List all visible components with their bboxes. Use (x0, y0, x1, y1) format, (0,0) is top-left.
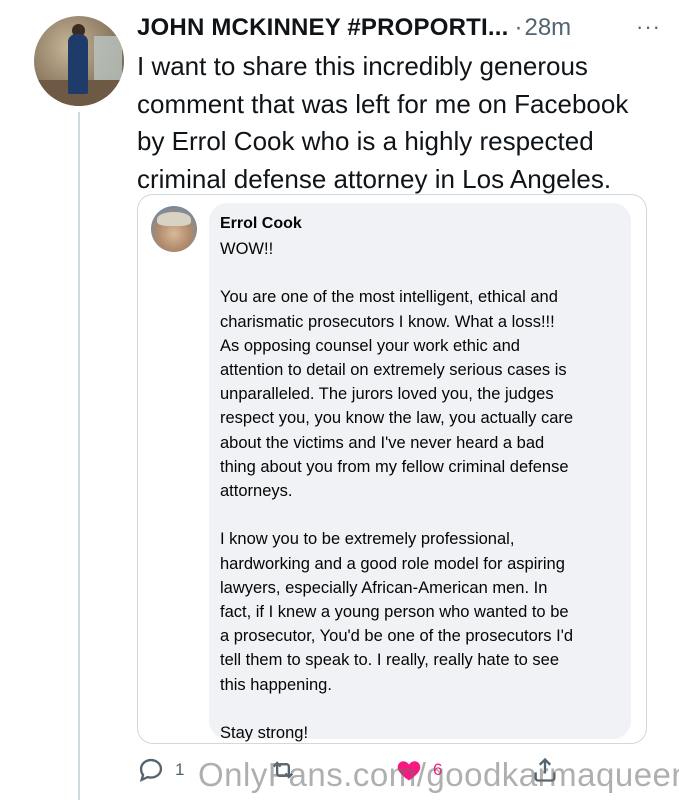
like-button[interactable]: 6 (395, 756, 442, 784)
like-count: 6 (433, 760, 443, 779)
timestamp[interactable]: 28m (524, 14, 571, 42)
heart-icon (397, 761, 421, 781)
share-icon (534, 757, 556, 782)
retweet-button[interactable] (269, 756, 297, 784)
commenter-name: Errol Cook (220, 215, 302, 232)
attached-image[interactable]: Errol Cook WOW!! You are one of the most… (137, 194, 647, 744)
more-options-icon[interactable]: ··· (636, 14, 661, 40)
avatar-hat (157, 212, 191, 226)
commenter-avatar (151, 206, 197, 252)
reply-count: 1 (175, 760, 185, 779)
reply-button[interactable]: 1 (137, 756, 184, 784)
author-name[interactable]: JOHN MCKINNEY #PROPORTI... (137, 14, 508, 42)
reply-icon (139, 758, 163, 783)
avatar-person (68, 34, 88, 94)
share-button[interactable] (531, 756, 559, 784)
tweet-header: JOHN MCKINNEY #PROPORTI... · 28m ··· (137, 12, 663, 44)
tweet-actions: 1 6 (137, 752, 657, 792)
tweet-text: I want to share this incredibly generous… (137, 51, 629, 194)
comment-bubble: Errol Cook WOW!! You are one of the most… (209, 203, 631, 742)
retweet-icon (272, 761, 294, 779)
avatar-background (94, 36, 122, 86)
header-separator: · (514, 14, 523, 41)
thread-line (78, 112, 80, 800)
avatar[interactable] (34, 16, 124, 106)
comment-text: WOW!! You are one of the most intelligen… (220, 240, 574, 743)
